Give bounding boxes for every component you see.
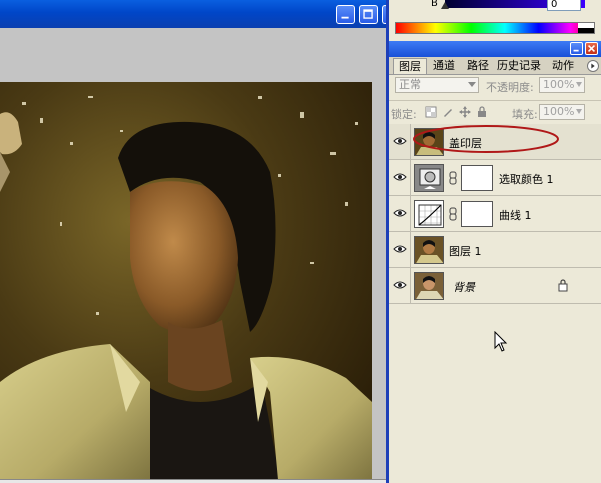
opacity-label: 不透明度: [486,81,534,94]
layers-list: 盖印层 选取颜色 1 曲线 1 图层 1 背景 [389,124,601,483]
tab-channels[interactable]: 通道 [427,58,461,74]
photo-thumbnail-icon [415,237,443,263]
tab-paths[interactable]: 路径 [461,58,495,74]
photo-canvas[interactable] [0,82,372,480]
visibility-toggle[interactable] [389,124,411,159]
minimize-icon [573,49,579,52]
visibility-toggle[interactable] [389,232,411,267]
layer-name[interactable]: 曲线 1 [499,207,532,223]
layer-mask-thumbnail[interactable] [461,201,493,227]
panel-minimize-button[interactable] [570,42,583,55]
lock-pixels-icon[interactable] [442,106,454,118]
lock-icon [558,279,568,292]
fill-value: 100% [543,105,575,118]
photo-thumbnail-icon [415,129,443,155]
opacity-input[interactable]: 100% [539,77,585,93]
layer-thumbnail [414,236,444,264]
visibility-toggle[interactable] [389,196,411,231]
layer-name[interactable]: 背景 [453,279,475,295]
tab-layers[interactable]: 图层 [393,58,427,74]
lock-position-icon[interactable] [459,106,471,118]
fill-label: 填充: [512,108,538,121]
chevron-down-icon [576,109,582,114]
chevron-down-icon [576,82,582,87]
curves-icon [415,201,443,227]
minimize-button[interactable] [336,5,355,24]
layer-thumbnail [414,128,444,156]
visibility-toggle[interactable] [389,268,411,303]
layer-mask-thumbnail[interactable] [461,165,493,191]
slider-thumb[interactable] [441,2,449,9]
document-titlebar[interactable] [0,0,386,28]
layer-thumbnail [414,272,444,300]
channel-b-input[interactable]: 0 [547,0,581,11]
maximize-icon [363,9,373,19]
canvas-area[interactable] [0,28,386,480]
color-ramp[interactable] [395,22,595,34]
layer-name[interactable]: 选取颜色 1 [499,171,554,187]
opacity-value: 100% [543,78,575,91]
channel-b-label: B [431,0,438,9]
blend-options-row: 正常 不透明度: 100% [389,74,601,96]
blend-mode-value: 正常 [399,78,421,91]
close-icon [587,44,596,53]
document-status-bar [0,479,386,483]
layer-row-stamp[interactable]: 盖印层 [389,124,601,160]
photo-thumbnail-icon [415,273,443,299]
lock-transparency-icon[interactable] [425,106,437,118]
tab-history[interactable]: 历史记录 [495,58,543,74]
maximize-button[interactable] [359,5,378,24]
layers-panel-titlebar[interactable] [389,41,601,57]
panel-close-button[interactable] [585,42,598,55]
right-panel-dock: B 0 图层 通道 路径 历史记录 动作 正常 不透明度: 100% 锁定: 填… [389,0,601,483]
selective-color-icon [415,165,443,191]
menu-arrow-icon [591,63,595,69]
adjustment-thumbnail [414,164,444,192]
layer-name[interactable]: 盖印层 [449,135,482,151]
lock-label: 锁定: [391,108,417,121]
photo-illustration [0,82,372,480]
blend-mode-select[interactable]: 正常 [395,77,479,93]
link-chain-icon[interactable] [449,171,457,185]
layer-row-curves[interactable]: 曲线 1 [389,196,601,232]
layers-panel-tabs: 图层 通道 路径 历史记录 动作 [389,57,601,75]
minimize-icon [341,16,349,19]
panel-menu-button[interactable] [587,60,599,72]
color-panel: B 0 [389,0,601,40]
visibility-toggle[interactable] [389,160,411,195]
tab-actions[interactable]: 动作 [543,58,583,74]
eye-icon [393,245,407,253]
lock-all-icon[interactable] [476,106,488,118]
eye-icon [393,209,407,217]
chevron-down-icon [468,82,476,87]
fill-input[interactable]: 100% [539,104,585,120]
layer-name[interactable]: 图层 1 [449,243,482,259]
eye-icon [393,173,407,181]
lock-options-row: 锁定: 填充: 100% [389,100,601,123]
adjustment-thumbnail [414,200,444,228]
document-window [0,0,386,483]
layer-row-layer1[interactable]: 图层 1 [389,232,601,268]
layer-row-background[interactable]: 背景 [389,268,601,304]
eye-icon [393,137,407,145]
layer-row-selective-color[interactable]: 选取颜色 1 [389,160,601,196]
link-chain-icon[interactable] [449,207,457,221]
eye-icon [393,281,407,289]
mouse-cursor-icon [494,331,508,352]
